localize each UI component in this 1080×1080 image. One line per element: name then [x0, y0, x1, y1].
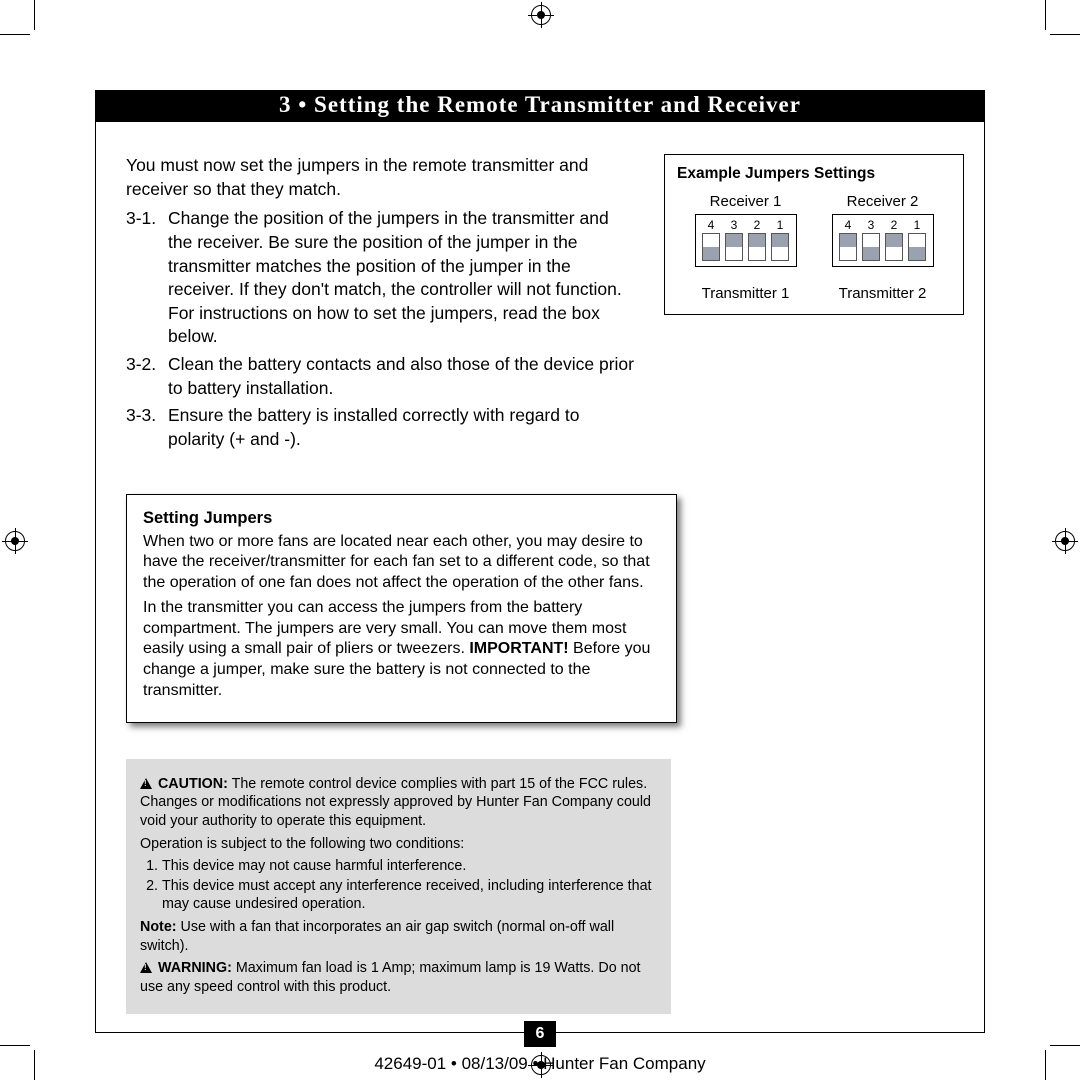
transmitter-1-label: Transmitter 1	[681, 285, 811, 302]
registration-mark-icon	[1055, 531, 1075, 551]
condition-item: This device must accept any interference…	[162, 877, 657, 914]
note-text: Use with a fan that incorporates an air …	[140, 919, 614, 954]
crop-mark	[34, 0, 35, 30]
step-text: Clean the battery contacts and also thos…	[168, 353, 634, 400]
operation-intro: Operation is subject to the following tw…	[140, 835, 657, 854]
setting-jumpers-p2: In the transmitter you can access the ju…	[143, 598, 660, 702]
warning-icon	[140, 778, 152, 789]
receiver-2-label: Receiver 2	[818, 193, 948, 210]
step-text: Change the position of the jumpers in th…	[168, 207, 634, 349]
dip-num: 3	[725, 218, 743, 232]
receiver-2-block: Receiver 2 4 3 2 1	[818, 193, 948, 302]
transmitter-2-label: Transmitter 2	[818, 285, 948, 302]
page-content: 3 • Setting the Remote Transmitter and R…	[95, 90, 985, 1033]
caution-paragraph: CAUTION: The remote control device compl…	[140, 775, 657, 831]
dip-num: 3	[862, 218, 880, 232]
dip-num: 1	[908, 218, 926, 232]
receiver-1-label: Receiver 1	[681, 193, 811, 210]
dip-num: 2	[748, 218, 766, 232]
footer-text: 42649-01 • 08/13/09 • Hunter Fan Company	[96, 1054, 984, 1074]
crop-mark	[1050, 1045, 1080, 1046]
jumper-panel-title: Example Jumpers Settings	[677, 165, 951, 183]
step-item: 3-3. Ensure the battery is installed cor…	[126, 404, 634, 451]
condition-item: This device may not cause harmful interf…	[162, 857, 657, 876]
registration-mark-icon	[5, 531, 25, 551]
crop-mark	[1045, 1050, 1046, 1080]
setting-jumpers-title: Setting Jumpers	[143, 509, 660, 528]
dip-switch-diagram: 4 3 2 1	[695, 214, 797, 267]
crop-mark	[34, 1050, 35, 1080]
step-number: 3-2.	[126, 353, 168, 400]
section-title: 3 • Setting the Remote Transmitter and R…	[95, 90, 985, 122]
note-paragraph: Note: Use with a fan that incorporates a…	[140, 918, 657, 955]
crop-mark	[1045, 0, 1046, 30]
steps-list: 3-1. Change the position of the jumpers …	[126, 207, 634, 451]
setting-jumpers-box: Setting Jumpers When two or more fans ar…	[126, 494, 677, 723]
warning-icon	[140, 962, 152, 973]
step-item: 3-1. Change the position of the jumpers …	[126, 207, 634, 349]
step-text: Ensure the battery is installed correctl…	[168, 404, 634, 451]
caution-label: CAUTION:	[158, 776, 228, 792]
intro-text: You must now set the jumpers in the remo…	[126, 154, 634, 201]
setting-jumpers-p1: When two or more fans are located near e…	[143, 532, 660, 594]
content-frame: You must now set the jumpers in the remo…	[95, 122, 985, 1033]
dip-num: 2	[885, 218, 903, 232]
crop-mark	[0, 34, 30, 35]
dip-num: 4	[702, 218, 720, 232]
step-number: 3-1.	[126, 207, 168, 349]
crop-mark	[1050, 34, 1080, 35]
important-label: IMPORTANT!	[469, 640, 568, 657]
conditions-list: This device may not cause harmful interf…	[162, 857, 657, 914]
dip-num: 4	[839, 218, 857, 232]
warning-paragraph: WARNING: Maximum fan load is 1 Amp; maxi…	[140, 959, 657, 996]
receiver-1-block: Receiver 1 4 3 2 1	[681, 193, 811, 302]
dip-switch-diagram: 4 3 2 1	[832, 214, 934, 267]
step-item: 3-2. Clean the battery contacts and also…	[126, 353, 634, 400]
registration-mark-icon	[531, 5, 551, 25]
page-number-badge: 6	[524, 1021, 556, 1047]
jumper-settings-panel: Example Jumpers Settings Receiver 1 4 3 …	[664, 154, 964, 315]
crop-mark	[0, 1045, 30, 1046]
warning-label: WARNING:	[158, 960, 232, 976]
caution-box: CAUTION: The remote control device compl…	[126, 759, 671, 1014]
dip-num: 1	[771, 218, 789, 232]
note-label: Note:	[140, 919, 177, 935]
step-number: 3-3.	[126, 404, 168, 451]
